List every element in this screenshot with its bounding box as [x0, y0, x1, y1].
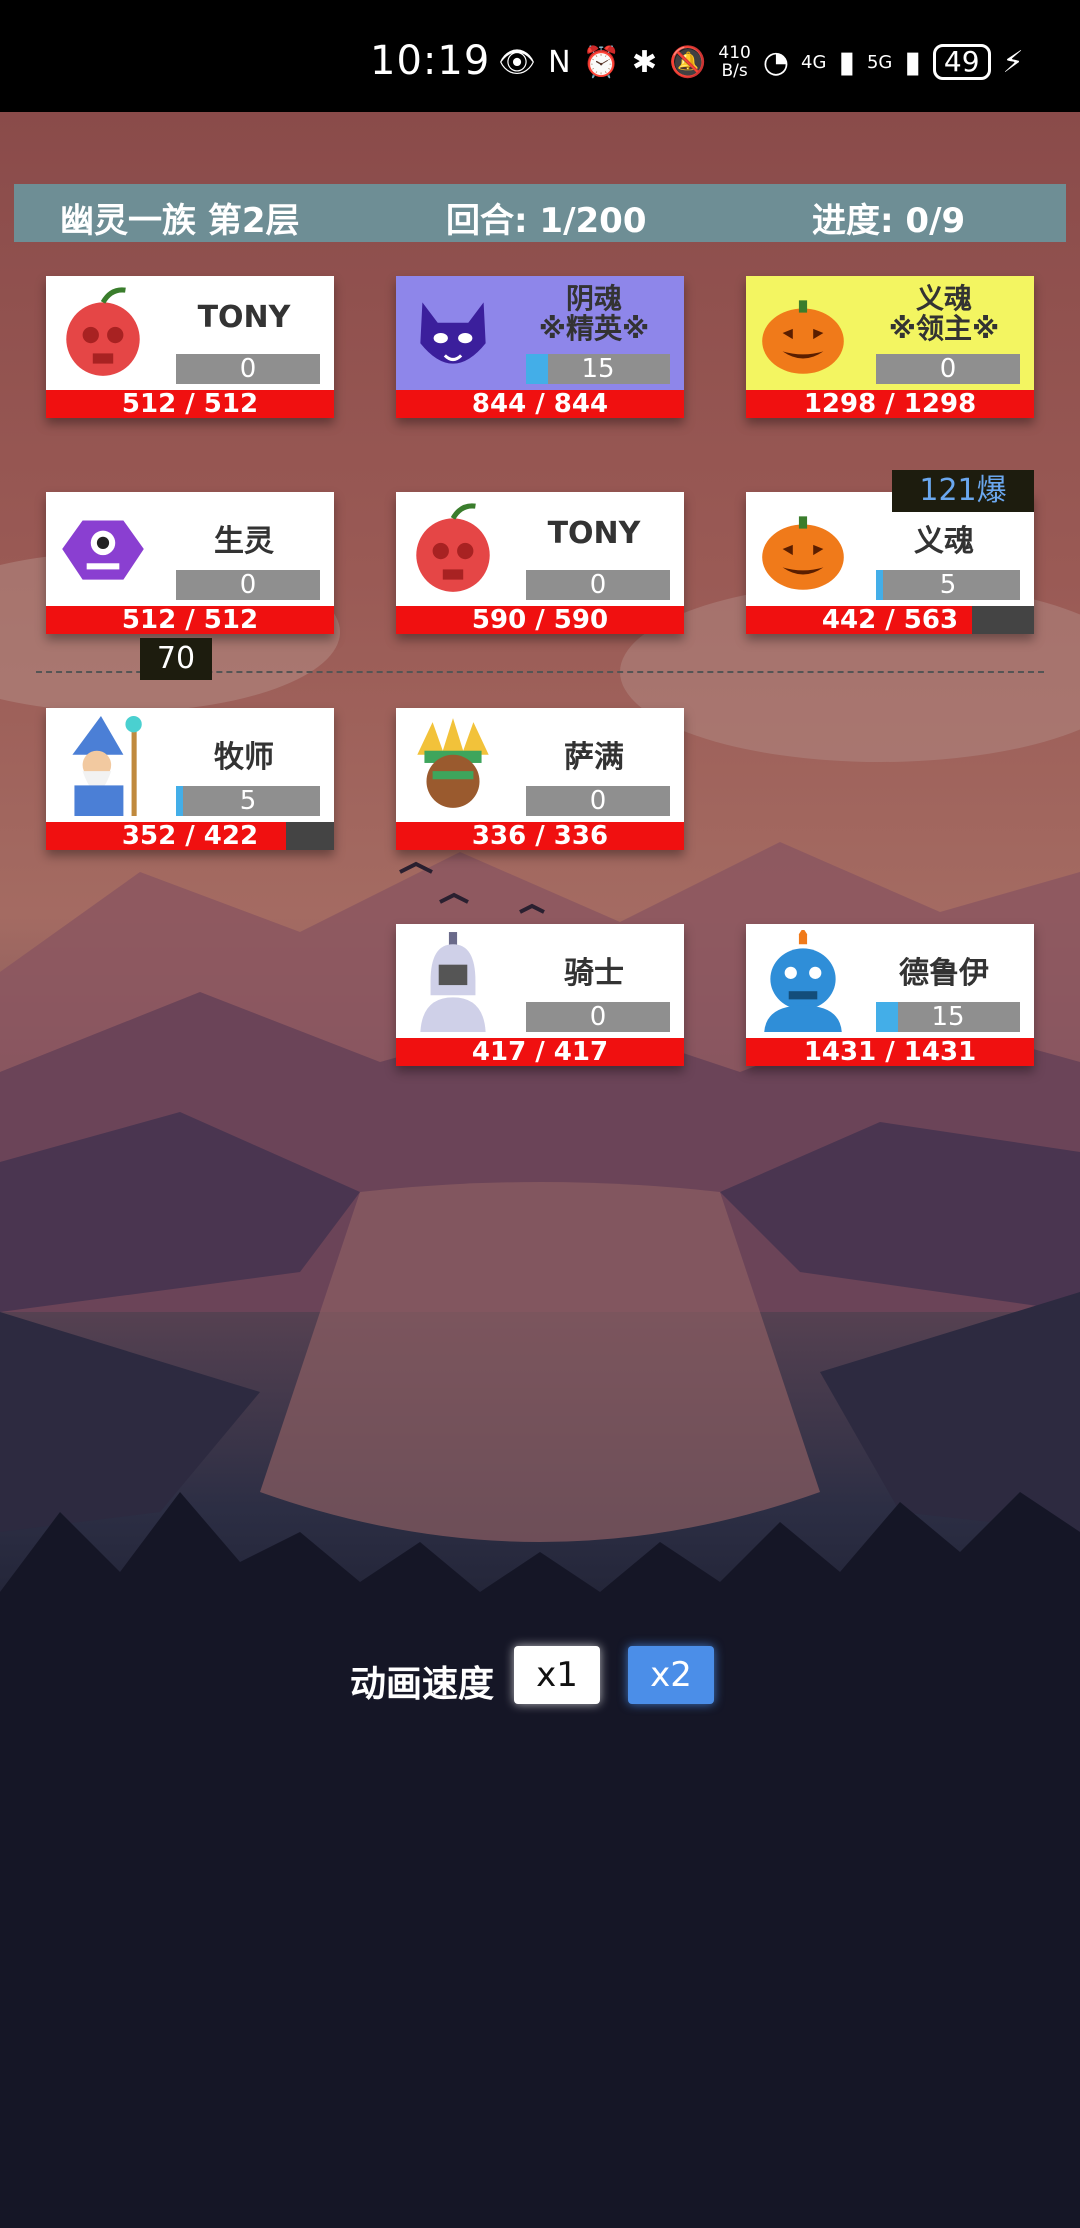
eye-icon: 👁: [498, 44, 537, 80]
blue-ogre-icon: [764, 930, 842, 1032]
purple-eye-monster-icon: [62, 520, 144, 580]
crit-damage-popup: 121爆: [892, 470, 1034, 512]
status-bar: 10:19 👁 N ⏰ ✱ 🔕 410 B/s ◔ 4G ▮ 5G ▮ 49 ⚡: [0, 0, 1080, 112]
enemy-card[interactable]: 生灵 0 512 / 512: [46, 492, 334, 634]
enemy-card[interactable]: TONY 0 512 / 512: [46, 276, 334, 418]
enemy-card[interactable]: 义魂 5 442 / 563: [746, 492, 1034, 634]
battery-indicator: 49: [932, 44, 991, 80]
hero-card[interactable]: 萨满 0 336 / 336: [396, 708, 684, 850]
background-scene: [0, 112, 1080, 2228]
energy-bar: 15: [876, 1002, 1020, 1032]
card-name: 牧师: [214, 740, 274, 775]
animation-speed-label: 动画速度: [350, 1664, 495, 1705]
card-name: 萨满: [564, 740, 624, 775]
hp-bar: 844 / 844: [396, 390, 684, 418]
bluetooth-icon: ✱: [631, 44, 658, 80]
nfc-icon: N: [548, 44, 571, 80]
card-name: 骑士: [564, 956, 624, 991]
hp-bar: 590 / 590: [396, 606, 684, 634]
knight-icon: [420, 932, 486, 1032]
pumpkin-icon: [762, 516, 844, 590]
signal-5g: 5G: [866, 51, 893, 73]
card-name: TONY: [547, 516, 641, 551]
energy-bar: 0: [876, 354, 1020, 384]
progress-counter: 进度: 0/9: [812, 201, 966, 241]
hero-card[interactable]: 德鲁伊 15 1431 / 1431: [746, 924, 1034, 1066]
hp-bar: 336 / 336: [396, 822, 684, 850]
wifi-icon: ◔: [762, 44, 790, 80]
card-name: 阴魂 ※精英※: [538, 282, 650, 345]
status-icons: 👁 N ⏰ ✱ 🔕 410 B/s ◔ 4G ▮ 5G ▮ 49 ⚡: [498, 44, 1024, 80]
level-title: 幽灵一族 第2层: [60, 201, 300, 241]
energy-bar: 5: [876, 570, 1020, 600]
signal-bars-icon: ▮: [838, 44, 855, 80]
energy-bar: 0: [526, 1002, 670, 1032]
shaman-icon: [417, 718, 489, 808]
alarm-icon: ⏰: [582, 44, 620, 80]
card-name: 德鲁伊: [899, 956, 989, 991]
energy-bar: 0: [176, 570, 320, 600]
enemy-card-elite[interactable]: 阴魂 ※精英※ 15 844 / 844: [396, 276, 684, 418]
hero-card[interactable]: 牧师 5 352 / 422: [46, 708, 334, 850]
energy-bar: 0: [526, 570, 670, 600]
hp-bar: 1298 / 1298: [746, 390, 1034, 418]
speed-x1-button[interactable]: x1: [514, 1646, 600, 1704]
energy-bar: 15: [526, 354, 670, 384]
enemy-card[interactable]: TONY 0 590 / 590: [396, 492, 684, 634]
damage-popup: 70: [140, 638, 212, 680]
mute-icon: 🔕: [669, 44, 707, 80]
card-name: 生灵: [214, 524, 274, 559]
enemy-card-boss[interactable]: 义魂 ※领主※ 0 1298 / 1298: [746, 276, 1034, 418]
card-name: TONY: [197, 300, 291, 335]
hp-bar: 1431 / 1431: [746, 1038, 1034, 1066]
hp-bar: 352 / 422: [46, 822, 334, 850]
hp-bar: 442 / 563: [746, 606, 1034, 634]
energy-bar: 0: [526, 786, 670, 816]
skull-apple-icon: [66, 287, 140, 376]
skull-apple-icon: [416, 503, 490, 592]
charging-icon: ⚡: [1002, 44, 1024, 80]
card-name: 义魂 ※领主※: [888, 282, 1000, 345]
speed-x2-button[interactable]: x2: [628, 1646, 714, 1704]
net-speed: 410 B/s: [718, 43, 751, 81]
energy-bar: 5: [176, 786, 320, 816]
status-time: 10:19: [370, 38, 491, 84]
card-name: 义魂: [914, 524, 974, 559]
round-counter: 回合: 1/200: [446, 201, 647, 241]
hero-card[interactable]: 骑士 0 417 / 417: [396, 924, 684, 1066]
signal-4g: 4G: [801, 51, 827, 73]
wizard-icon: [72, 716, 142, 816]
signal-bars-icon: ▮: [904, 44, 921, 80]
shadow-demon-icon: [420, 302, 486, 364]
hp-bar: 512 / 512: [46, 606, 334, 634]
pumpkin-icon: [762, 300, 844, 374]
battle-header: 幽灵一族 第2层 回合: 1/200 进度: 0/9: [14, 184, 1066, 242]
hp-bar: 512 / 512: [46, 390, 334, 418]
energy-bar: 0: [176, 354, 320, 384]
hp-bar: 417 / 417: [396, 1038, 684, 1066]
